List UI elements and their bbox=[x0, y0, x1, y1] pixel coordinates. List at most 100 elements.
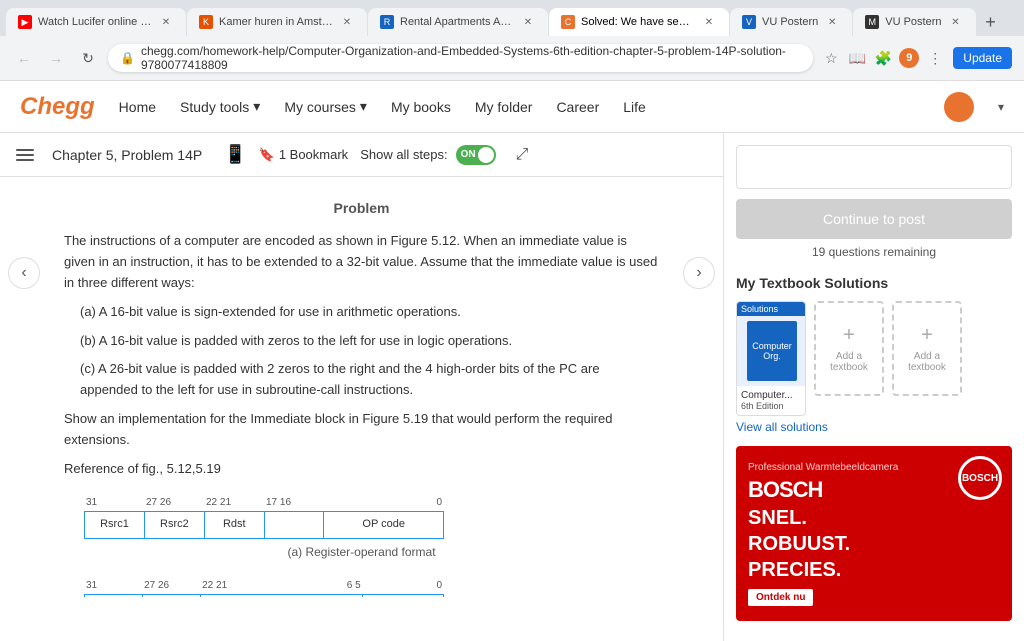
update-button[interactable]: Update bbox=[953, 47, 1012, 69]
prev-arrow-button[interactable]: ‹ bbox=[8, 257, 40, 289]
bookmark-button[interactable]: 🔖 1 Bookmark bbox=[259, 147, 349, 163]
figure-a-table: Rsrc1 Rsrc2 Rdst OP code bbox=[84, 511, 444, 539]
solution-info: Computer... 6th Edition bbox=[737, 386, 805, 415]
figure-b-bits-row: 31 27 26 22 21 6 5 0 bbox=[64, 578, 659, 594]
tab-favicon-2: K bbox=[199, 15, 213, 29]
show-all-steps-control: Show all steps: ON bbox=[360, 145, 495, 165]
problem-para-2: (b) A 16-bit value is padded with zeros … bbox=[80, 331, 659, 352]
tab-close-2[interactable]: ✕ bbox=[339, 14, 355, 30]
tab-5[interactable]: V VU Postern ✕ bbox=[730, 8, 852, 36]
tab-close-4[interactable]: ✕ bbox=[701, 14, 717, 30]
add-textbook-label-2: Add a textbook bbox=[894, 351, 960, 373]
bosch-ad: BOSCH Professional Warmtebeeldcamera BOS… bbox=[736, 446, 1012, 621]
address-icons: ☆ 📖 🧩 9 ⋮ bbox=[821, 48, 945, 68]
tab-3[interactable]: R Rental Apartments Amster... ✕ bbox=[368, 8, 548, 36]
tab-favicon-6: M bbox=[865, 15, 879, 29]
forward-button[interactable]: → bbox=[44, 46, 68, 70]
chegg-header: Chegg Home Study tools ▾ My courses ▾ My… bbox=[0, 81, 1024, 133]
next-arrow-button[interactable]: › bbox=[683, 257, 715, 289]
add-textbook-1[interactable]: + Add a textbook bbox=[814, 301, 884, 396]
tab-close-3[interactable]: ✕ bbox=[520, 14, 536, 30]
add-icon-1: + bbox=[843, 324, 855, 347]
right-panel: Continue to post 19 questions remaining … bbox=[724, 133, 1024, 641]
problem-para-4: Show an implementation for the Immediate… bbox=[64, 409, 659, 451]
bookmark-star-icon[interactable]: ☆ bbox=[821, 48, 841, 68]
nav-career[interactable]: Career bbox=[556, 99, 599, 115]
bosch-line3: PRECIES. bbox=[748, 559, 841, 581]
nav-my-books[interactable]: My books bbox=[391, 99, 451, 115]
nav-home[interactable]: Home bbox=[119, 99, 156, 115]
bosch-line2: ROBUUST. bbox=[748, 533, 850, 555]
solution-book-image: Computer Org. bbox=[737, 316, 806, 386]
tab-4[interactable]: C Solved: We have seen how... ✕ bbox=[549, 8, 729, 36]
tab-close-6[interactable]: ✕ bbox=[948, 14, 964, 30]
bosch-line1: SNEL. bbox=[748, 507, 807, 529]
continue-to-post-button[interactable]: Continue to post bbox=[736, 199, 1012, 239]
avatar[interactable] bbox=[944, 92, 974, 122]
bosch-ad-container: BOSCH Professional Warmtebeeldcamera BOS… bbox=[736, 446, 1012, 621]
mobile-icon: 📱 bbox=[224, 144, 246, 165]
tab-close-1[interactable]: ✕ bbox=[158, 14, 174, 30]
avatar-dropdown-caret[interactable]: ▾ bbox=[998, 100, 1004, 114]
fig-a-cell-opcode: OP code bbox=[324, 512, 444, 539]
view-all-solutions-link[interactable]: View all solutions bbox=[736, 420, 1012, 434]
tab-2[interactable]: K Kamer huren in Amsterdam ✕ bbox=[187, 8, 367, 36]
reload-button[interactable]: ↻ bbox=[76, 46, 100, 70]
fig-a-cell-rsrc1: Rsrc1 bbox=[85, 512, 145, 539]
extensions-icon[interactable]: 🧩 bbox=[873, 48, 893, 68]
nav-my-folder[interactable]: My folder bbox=[475, 99, 533, 115]
hamburger-menu-icon[interactable] bbox=[16, 143, 40, 167]
problem-para-5: Reference of fig., 5.12,5.19 bbox=[64, 459, 659, 480]
tab-close-5[interactable]: ✕ bbox=[824, 14, 840, 30]
address-input[interactable]: 🔒 chegg.com/homework-help/Computer-Organ… bbox=[108, 44, 813, 72]
expand-icon[interactable]: ⤢ bbox=[516, 146, 529, 164]
nav-life[interactable]: Life bbox=[623, 99, 646, 115]
content-panel: Chapter 5, Problem 14P 📱 🔖 1 Bookmark Sh… bbox=[0, 133, 724, 641]
problem-title: Chapter 5, Problem 14P bbox=[52, 147, 202, 163]
bosch-product: Professional Warmtebeeldcamera bbox=[748, 462, 898, 473]
prev-arrow-container: ‹ bbox=[0, 177, 40, 289]
book-title: Computer... bbox=[741, 390, 801, 401]
problem-para-3: (c) A 26-bit value is padded with 2 zero… bbox=[80, 359, 659, 401]
back-button[interactable]: ← bbox=[12, 46, 36, 70]
figure-b-container: 31 27 26 22 21 6 5 0 Rsrc bbox=[64, 578, 659, 597]
nav-my-courses[interactable]: My courses ▾ bbox=[284, 98, 367, 115]
tab-bar: ▶ Watch Lucifer online free ✕ K Kamer hu… bbox=[0, 0, 1024, 36]
chegg-logo[interactable]: Chegg bbox=[20, 93, 95, 121]
nav-study-tools[interactable]: Study tools ▾ bbox=[180, 98, 260, 115]
next-arrow-container: › bbox=[683, 177, 723, 289]
fig-b-cell-rdst: Rdst bbox=[142, 595, 200, 597]
study-tools-caret-icon: ▾ bbox=[253, 98, 260, 115]
show-steps-toggle[interactable]: ON bbox=[456, 145, 496, 165]
fig-b-cell-opcode: OP code bbox=[362, 595, 443, 597]
content-with-nav: ‹ Problem The instructions of a computer… bbox=[0, 177, 723, 641]
figure-a-container: 31 27 26 22 21 17 16 0 Rsrc1 bbox=[64, 495, 659, 562]
tab-1[interactable]: ▶ Watch Lucifer online free ✕ bbox=[6, 8, 186, 36]
add-icon-2: + bbox=[921, 324, 933, 347]
tab-favicon-1: ▶ bbox=[18, 15, 32, 29]
questions-remaining: 19 questions remaining bbox=[736, 245, 1012, 259]
solutions-row: Solutions Computer Org. Computer... 6th … bbox=[736, 301, 1012, 416]
bosch-cta-button[interactable]: Ontdek nu bbox=[748, 589, 813, 606]
tab-label-4: Solved: We have seen how... bbox=[581, 16, 695, 28]
new-tab-button[interactable]: + bbox=[977, 8, 1005, 36]
problem-para-1: (a) A 16-bit value is sign-extended for … bbox=[80, 302, 659, 323]
bosch-logo: BOSCH bbox=[748, 477, 822, 503]
problem-content: Problem The instructions of a computer a… bbox=[40, 177, 683, 597]
reading-mode-icon[interactable]: 📖 bbox=[847, 48, 867, 68]
tab-6[interactable]: M VU Postern ✕ bbox=[853, 8, 975, 36]
browser-chrome: ▶ Watch Lucifer online free ✕ K Kamer hu… bbox=[0, 0, 1024, 81]
add-textbook-2[interactable]: + Add a textbook bbox=[892, 301, 962, 396]
tab-label-2: Kamer huren in Amsterdam bbox=[219, 16, 333, 28]
solutions-badge: Solutions bbox=[737, 302, 805, 316]
more-icon[interactable]: ⋮ bbox=[925, 48, 945, 68]
post-input[interactable] bbox=[736, 145, 1012, 189]
figure-a-bit-numbers: 31 27 26 22 21 17 16 0 bbox=[84, 495, 444, 511]
address-bar: ← → ↻ 🔒 chegg.com/homework-help/Computer… bbox=[0, 36, 1024, 80]
solution-card[interactable]: Solutions Computer Org. Computer... 6th … bbox=[736, 301, 806, 416]
add-textbook-label-1: Add a textbook bbox=[816, 351, 882, 373]
bosch-ring: BOSCH bbox=[958, 456, 1002, 500]
lock-icon: 🔒 bbox=[120, 51, 135, 65]
fig-a-cell-rdst: Rdst bbox=[204, 512, 264, 539]
my-textbook-solutions-title: My Textbook Solutions bbox=[736, 275, 1012, 291]
